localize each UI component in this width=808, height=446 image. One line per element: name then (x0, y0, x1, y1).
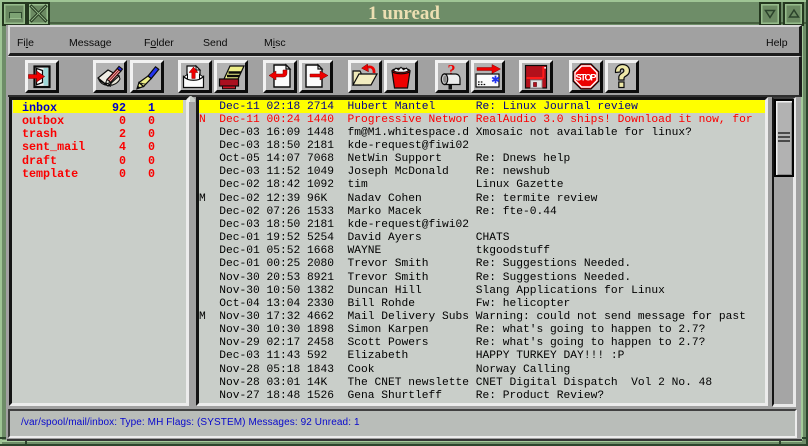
svg-text:STOP: STOP (576, 72, 597, 82)
